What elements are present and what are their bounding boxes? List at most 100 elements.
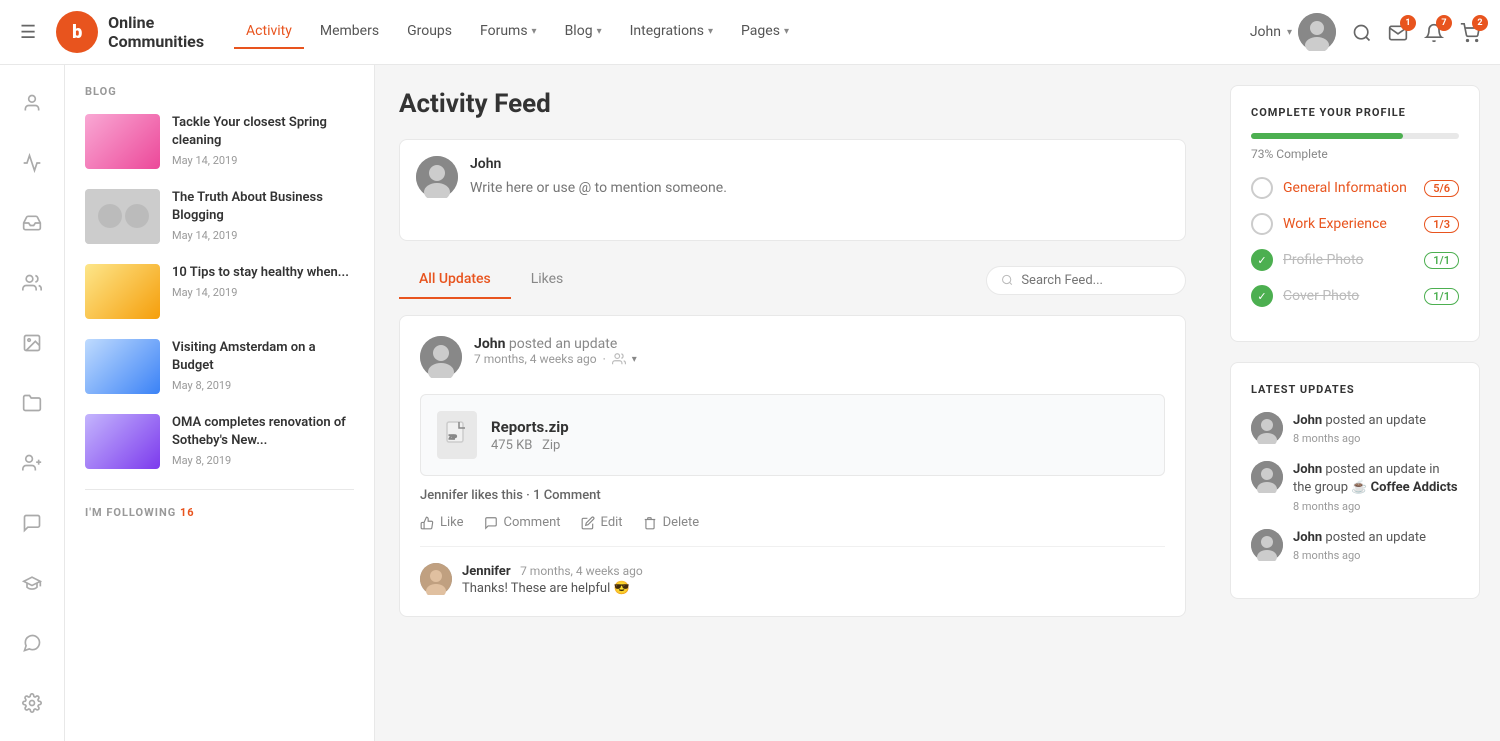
- main-feed: Activity Feed John All Updates Likes: [375, 65, 1210, 741]
- blog-item-title-1[interactable]: Tackle Your closest Spring cleaning: [172, 114, 354, 150]
- work-exp-label[interactable]: Work Experience: [1283, 216, 1414, 232]
- nav-right: John ▾ 1 7 2: [1250, 13, 1480, 51]
- hamburger-icon[interactable]: ☰: [20, 22, 36, 43]
- blog-sidebar: BLOG Tackle Your closest Spring cleaning…: [65, 65, 375, 741]
- cover-photo-badge: 1/1: [1424, 288, 1459, 305]
- brand-name: Online Communities: [108, 13, 204, 51]
- sidebar-icon-chat[interactable]: [14, 505, 50, 541]
- sidebar-icon-comment[interactable]: [14, 625, 50, 661]
- update-time-2: 8 months ago: [1293, 500, 1459, 513]
- latest-updates-card: LATEST UPDATES John posted an update 8 m…: [1230, 362, 1480, 599]
- blog-thumb-4: [85, 339, 160, 394]
- profile-item-photo: ✓ Profile Photo 1/1: [1251, 249, 1459, 271]
- profile-item-general: General Information 5/6: [1251, 177, 1459, 199]
- nav-pages[interactable]: Pages ▾: [729, 15, 801, 49]
- composer-avatar: [416, 156, 458, 198]
- update-time-1: 8 months ago: [1293, 432, 1459, 445]
- search-button[interactable]: [1352, 21, 1372, 42]
- update-item-1: John posted an update 8 months ago: [1251, 412, 1459, 445]
- tab-all-updates[interactable]: All Updates: [399, 261, 511, 299]
- file-icon: ZIP: [437, 411, 477, 459]
- update-avatar-3: [1251, 529, 1283, 561]
- composer-input[interactable]: [470, 180, 1169, 220]
- edit-button[interactable]: Edit: [581, 515, 623, 530]
- cart-badge: 2: [1472, 15, 1488, 31]
- right-sidebar: COMPLETE YOUR PROFILE 73% Complete Gener…: [1210, 65, 1500, 741]
- progress-bar: [1251, 133, 1459, 139]
- user-menu[interactable]: John ▾: [1250, 13, 1336, 51]
- nav-forums[interactable]: Forums ▾: [468, 15, 549, 49]
- svg-text:ZIP: ZIP: [449, 435, 457, 441]
- sidebar-icon-folder[interactable]: [14, 385, 50, 421]
- search-feed: [986, 266, 1186, 295]
- latest-updates-title: LATEST UPDATES: [1251, 383, 1459, 396]
- coffee-icon: ☕: [1351, 479, 1367, 497]
- check-work: [1251, 213, 1273, 235]
- search-feed-icon: [1001, 273, 1013, 287]
- check-general: [1251, 177, 1273, 199]
- notifications-badge: 7: [1436, 15, 1452, 31]
- blog-item-date-1: May 14, 2019: [172, 154, 354, 167]
- blog-item-title-5[interactable]: OMA completes renovation of Sotheby's Ne…: [172, 414, 354, 450]
- update-text-1: John posted an update: [1293, 412, 1459, 430]
- visibility-dropdown[interactable]: ▾: [632, 354, 637, 365]
- check-cover: ✓: [1251, 285, 1273, 307]
- cart-button[interactable]: 2: [1460, 21, 1480, 42]
- general-info-badge: 5/6: [1424, 180, 1459, 197]
- sidebar-icon-group[interactable]: [14, 265, 50, 301]
- top-nav: ☰ b Online Communities Activity Members …: [0, 0, 1500, 65]
- progress-bar-fill: [1251, 133, 1403, 139]
- tab-likes[interactable]: Likes: [511, 261, 584, 299]
- sidebar-icon-settings[interactable]: [14, 685, 50, 721]
- sidebar-icon-graduation[interactable]: [14, 565, 50, 601]
- blog-item-date-2: May 14, 2019: [172, 229, 354, 242]
- general-info-label[interactable]: General Information: [1283, 180, 1414, 196]
- profile-complete-card: COMPLETE YOUR PROFILE 73% Complete Gener…: [1230, 85, 1480, 342]
- delete-button[interactable]: Delete: [643, 515, 700, 530]
- main-layout: BLOG Tackle Your closest Spring cleaning…: [0, 65, 1500, 741]
- feed-title: Activity Feed: [399, 89, 1186, 119]
- blog-item-title-2[interactable]: The Truth About Business Blogging: [172, 189, 354, 225]
- post-author-avatar: [420, 336, 462, 378]
- search-feed-input[interactable]: [1021, 273, 1171, 288]
- blog-thumb-2: [85, 189, 160, 244]
- nav-integrations[interactable]: Integrations ▾: [618, 15, 725, 49]
- comment-text: Thanks! These are helpful 😎: [462, 581, 1165, 596]
- blog-item-4: Visiting Amsterdam on a Budget May 8, 20…: [85, 339, 354, 394]
- following-label: I'M FOLLOWING 16: [85, 506, 354, 519]
- profile-photo-label[interactable]: Profile Photo: [1283, 252, 1414, 268]
- nav-members[interactable]: Members: [308, 15, 391, 49]
- sidebar-icon-user-add[interactable]: [14, 445, 50, 481]
- file-name: Reports.zip: [491, 418, 569, 436]
- notifications-button[interactable]: 7: [1424, 21, 1444, 42]
- blog-item-title-3[interactable]: 10 Tips to stay healthy when...: [172, 264, 354, 282]
- sidebar-icon-activity[interactable]: [14, 145, 50, 181]
- avatar: [1298, 13, 1336, 51]
- post-composer: John: [399, 139, 1186, 241]
- following-section: I'M FOLLOWING 16: [85, 489, 354, 519]
- update-text-3: John posted an update: [1293, 529, 1459, 547]
- sidebar-icon-inbox[interactable]: [14, 205, 50, 241]
- update-avatar-1: [1251, 412, 1283, 444]
- nav-blog[interactable]: Blog ▾: [553, 15, 614, 49]
- post-author-name: John: [474, 336, 505, 352]
- blog-item-3: 10 Tips to stay healthy when... May 14, …: [85, 264, 354, 319]
- blog-item-title-4[interactable]: Visiting Amsterdam on a Budget: [172, 339, 354, 375]
- like-button[interactable]: Like: [420, 515, 464, 530]
- blog-item-date-4: May 8, 2019: [172, 379, 354, 392]
- post-likes: Jennifer likes this · 1 Comment: [420, 488, 1165, 503]
- nav-groups[interactable]: Groups: [395, 15, 464, 49]
- blog-item-date-5: May 8, 2019: [172, 454, 354, 467]
- post-time: 7 months, 4 weeks ago: [474, 352, 597, 366]
- sidebar-icon-image[interactable]: [14, 325, 50, 361]
- sidebar-icon-person[interactable]: [14, 85, 50, 121]
- messages-button[interactable]: 1: [1388, 21, 1408, 42]
- cover-photo-label[interactable]: Cover Photo: [1283, 288, 1414, 304]
- nav-links: Activity Members Groups Forums ▾ Blog ▾ …: [234, 15, 1250, 49]
- left-sidebar: [0, 65, 65, 741]
- nav-activity[interactable]: Activity: [234, 15, 304, 49]
- comment-button[interactable]: Comment: [484, 515, 561, 530]
- update-item-2: John posted an update in the group ☕ Cof…: [1251, 461, 1459, 512]
- comment-author: Jennifer: [462, 564, 511, 579]
- file-size: 475 KB Zip: [491, 438, 569, 453]
